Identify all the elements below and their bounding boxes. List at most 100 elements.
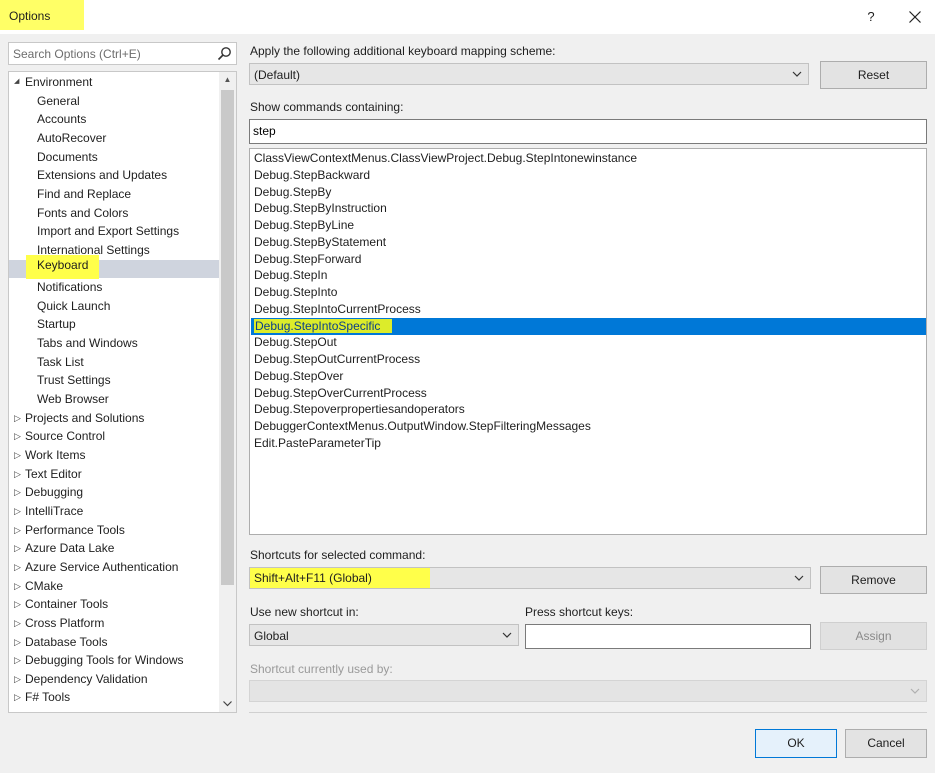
command-list-item[interactable]: Debug.StepOut: [251, 334, 926, 351]
tree-item-label: CMake: [25, 578, 64, 593]
collapsed-arrow-icon[interactable]: ▷: [14, 446, 24, 464]
tree-item-label: Debugging Tools for Windows: [25, 653, 184, 668]
shortcuts-dropdown[interactable]: Shift+Alt+F11 (Global): [249, 567, 811, 589]
command-list-item[interactable]: DebuggerContextMenus.OutputWindow.StepFi…: [251, 418, 926, 435]
reset-button[interactable]: Reset: [820, 61, 927, 89]
tree-item[interactable]: Tabs and Windows: [9, 334, 221, 352]
expanded-arrow-icon[interactable]: ◢: [14, 73, 24, 91]
tree-item-label: Keyboard: [26, 254, 100, 279]
tree-item[interactable]: General: [9, 92, 221, 110]
command-list-item[interactable]: Debug.StepBy: [251, 184, 926, 201]
mapping-scheme-dropdown[interactable]: (Default): [249, 63, 809, 85]
tree-item[interactable]: ▷ Work Items: [9, 446, 221, 464]
collapsed-arrow-icon[interactable]: ▷: [14, 521, 24, 539]
remove-button[interactable]: Remove: [820, 566, 927, 594]
command-list-item[interactable]: Debug.StepBackward: [251, 167, 926, 184]
tree-item[interactable]: Quick Launch: [9, 297, 221, 315]
tree-item-label: F# Tools: [25, 690, 71, 705]
scroll-down-icon[interactable]: [219, 696, 236, 712]
tree-item[interactable]: Trust Settings: [9, 371, 221, 389]
command-list-item[interactable]: Debug.StepInto: [251, 284, 926, 301]
tree-item[interactable]: Startup: [9, 315, 221, 333]
tree-item[interactable]: Task List: [9, 353, 221, 371]
assign-button[interactable]: Assign: [820, 622, 927, 650]
command-list-item[interactable]: Debug.StepOver: [251, 368, 926, 385]
command-list-item[interactable]: Debug.Stepoverpropertiesandoperators: [251, 401, 926, 418]
tree-scroll-thumb[interactable]: [221, 90, 234, 585]
collapsed-arrow-icon[interactable]: ▷: [14, 539, 24, 557]
close-button[interactable]: [900, 5, 930, 29]
tree-item[interactable]: Import and Export Settings: [9, 222, 221, 240]
chevron-down-icon: [792, 71, 802, 77]
command-list-item[interactable]: Debug.StepIn: [251, 267, 926, 284]
tree-item[interactable]: ▷ CMake: [9, 577, 221, 595]
press-shortcut-keys-input[interactable]: [529, 629, 785, 643]
tree-item[interactable]: ▷ Cross Platform: [9, 614, 221, 632]
collapsed-arrow-icon[interactable]: ▷: [14, 502, 24, 520]
options-tree[interactable]: ◢ Environment General Accounts AutoRecover Do…: [8, 71, 237, 713]
tree-item-label: Environment: [25, 75, 93, 89]
tree-item[interactable]: ▷ Text Editor: [9, 465, 221, 483]
collapsed-arrow-icon[interactable]: ▷: [14, 409, 24, 427]
search-options-box[interactable]: [8, 42, 237, 65]
tree-item[interactable]: ▷ Container Tools: [9, 595, 221, 613]
command-list-item[interactable]: Debug.StepByStatement: [251, 234, 926, 251]
collapsed-arrow-icon[interactable]: ▷: [14, 558, 24, 576]
tree-item[interactable]: ▷ F# Tools: [9, 688, 221, 706]
scroll-up-icon[interactable]: ▲: [219, 72, 236, 88]
show-commands-field[interactable]: [249, 119, 927, 144]
tree-item[interactable]: AutoRecover: [9, 129, 221, 147]
tree-item[interactable]: ▷ Dependency Validation: [9, 670, 221, 688]
search-options-input[interactable]: [13, 46, 213, 62]
collapsed-arrow-icon[interactable]: ▷: [14, 465, 24, 483]
command-list-item[interactable]: Debug.StepIntoSpecific: [251, 317, 926, 335]
command-list-item[interactable]: Debug.StepOutCurrentProcess: [251, 351, 926, 368]
search-icon[interactable]: [217, 46, 232, 61]
tree-item[interactable]: Web Browser: [9, 390, 221, 408]
tree-item[interactable]: Documents: [9, 148, 221, 166]
command-list-item[interactable]: ClassViewContextMenus.ClassViewProject.D…: [251, 150, 926, 167]
ok-button[interactable]: OK: [755, 729, 837, 758]
command-list-item[interactable]: Debug.StepByLine: [251, 217, 926, 234]
command-list-item[interactable]: Edit.PasteParameterTip: [251, 435, 926, 452]
tree-item[interactable]: ▷ Azure Data Lake: [9, 539, 221, 557]
commands-list[interactable]: ClassViewContextMenus.ClassViewProject.D…: [249, 148, 927, 535]
tree-item-label: Task List: [37, 354, 84, 369]
collapsed-arrow-icon[interactable]: ▷: [14, 614, 24, 632]
cancel-button[interactable]: Cancel: [845, 729, 927, 758]
command-list-item[interactable]: Debug.StepOverCurrentProcess: [251, 385, 926, 402]
collapsed-arrow-icon[interactable]: ▷: [14, 427, 24, 445]
show-commands-input[interactable]: [253, 124, 862, 138]
command-name: ClassViewContextMenus.ClassViewProject.D…: [254, 151, 638, 165]
use-shortcut-in-dropdown[interactable]: Global: [249, 624, 519, 646]
command-list-item[interactable]: Debug.StepIntoCurrentProcess: [251, 301, 926, 318]
tree-item[interactable]: Keyboard: [9, 254, 221, 279]
tree-item[interactable]: Accounts: [9, 110, 221, 128]
tree-item[interactable]: ▷ Projects and Solutions: [9, 409, 221, 427]
help-button[interactable]: ?: [858, 5, 884, 29]
tree-item[interactable]: ▷ Performance Tools: [9, 521, 221, 539]
tree-scrollbar[interactable]: ▲: [219, 72, 236, 712]
tree-item[interactable]: Fonts and Colors: [9, 204, 221, 222]
collapsed-arrow-icon[interactable]: ▷: [14, 483, 24, 501]
tree-item[interactable]: ▷ Azure Service Authentication: [9, 558, 221, 576]
tree-item[interactable]: ▷ Source Control: [9, 427, 221, 445]
tree-item[interactable]: Notifications: [9, 278, 221, 296]
collapsed-arrow-icon[interactable]: ▷: [14, 670, 24, 688]
tree-item[interactable]: ▷ Debugging: [9, 483, 221, 501]
collapsed-arrow-icon[interactable]: ▷: [14, 633, 24, 651]
tree-item[interactable]: Find and Replace: [9, 185, 221, 203]
press-shortcut-keys-field[interactable]: [525, 624, 811, 649]
collapsed-arrow-icon[interactable]: ▷: [14, 595, 24, 613]
tree-item[interactable]: ▷ Debugging Tools for Windows: [9, 651, 221, 669]
command-name: Debug.StepOver: [254, 368, 344, 383]
command-list-item[interactable]: Debug.StepByInstruction: [251, 200, 926, 217]
tree-item[interactable]: Extensions and Updates: [9, 166, 221, 184]
collapsed-arrow-icon[interactable]: ▷: [14, 577, 24, 595]
collapsed-arrow-icon[interactable]: ▷: [14, 688, 24, 706]
tree-item[interactable]: ◢ Environment: [9, 73, 221, 91]
tree-item[interactable]: ▷ Database Tools: [9, 633, 221, 651]
command-list-item[interactable]: Debug.StepForward: [251, 251, 926, 268]
collapsed-arrow-icon[interactable]: ▷: [14, 651, 24, 669]
tree-item[interactable]: ▷ IntelliTrace: [9, 502, 221, 520]
